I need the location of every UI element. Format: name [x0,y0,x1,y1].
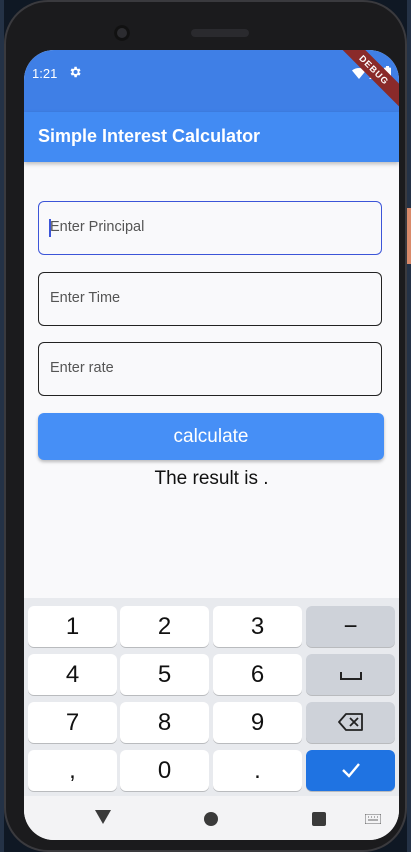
key-done[interactable] [306,750,395,791]
time-input[interactable]: Enter Time [38,272,382,326]
recents-square-icon[interactable] [312,812,326,826]
time-placeholder: Enter Time [50,290,121,306]
front-camera [114,25,130,41]
phone-frame: 1:21 DEBUG Simple Interest Calculator En… [4,0,407,852]
key-3[interactable]: 3 [213,606,302,647]
key-period[interactable]: . [213,750,302,791]
backdrop-accent [407,208,411,264]
rate-input[interactable]: Enter rate [38,342,382,396]
key-9[interactable]: 9 [213,702,302,743]
keyboard-switch-icon[interactable] [365,814,381,824]
phone-screen: 1:21 DEBUG Simple Interest Calculator En… [24,50,399,840]
app-title: Simple Interest Calculator [38,126,261,146]
key-8[interactable]: 8 [120,702,209,743]
key-5[interactable]: 5 [120,654,209,695]
earpiece-speaker [191,29,249,37]
result-text: The result is . [154,468,269,489]
backspace-icon [337,713,363,731]
key-1[interactable]: 1 [28,606,117,647]
principal-input[interactable]: Enter Principal [38,201,382,255]
key-4[interactable]: 4 [28,654,117,695]
key-space[interactable] [306,654,395,695]
principal-placeholder: Enter Principal [50,219,145,235]
back-triangle-icon[interactable] [95,810,111,824]
rate-placeholder: Enter rate [50,360,114,376]
home-circle-icon[interactable] [204,812,218,826]
status-time: 1:21 [32,66,58,81]
key-2[interactable]: 2 [120,606,209,647]
calculate-button[interactable]: calculate [38,413,384,460]
key-0[interactable]: 0 [120,750,209,791]
key-minus[interactable]: − [306,606,395,647]
debug-banner: DEBUG [329,50,399,115]
app-bar: Simple Interest Calculator [24,112,399,162]
numeric-keyboard: 1 2 3 − 4 5 6 7 8 9 , 0 . [24,598,399,796]
key-backspace[interactable] [306,702,395,743]
key-7[interactable]: 7 [28,702,117,743]
backdrop-strip [407,0,411,852]
check-icon [341,763,360,778]
key-comma[interactable]: , [28,750,117,791]
status-bar: 1:21 DEBUG [24,50,399,115]
space-icon [339,672,362,680]
key-6[interactable]: 6 [213,654,302,695]
settings-gear-icon [70,66,81,78]
system-nav-bar [24,796,399,840]
